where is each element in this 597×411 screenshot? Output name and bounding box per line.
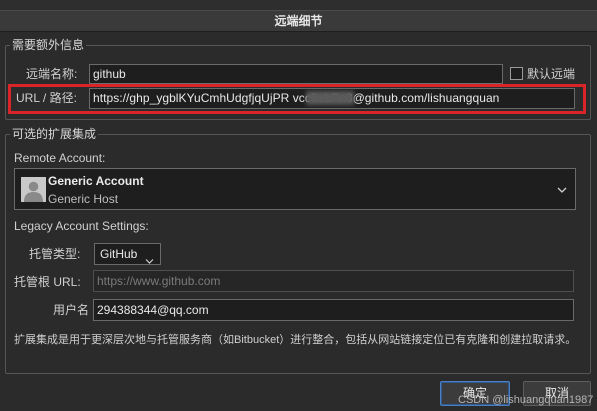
default-remote-checkbox[interactable]	[510, 67, 523, 80]
url-path-label: URL / 路径:	[16, 91, 77, 105]
window-top-strip	[0, 0, 597, 10]
remote-details-dialog: 远端细节 需要额外信息 远端名称: github 默认远端 URL / 路径: …	[0, 0, 597, 411]
remote-name-input[interactable]: github	[89, 64, 503, 84]
host-root-url-label: 托管根 URL:	[14, 275, 81, 289]
chevron-down-icon	[557, 183, 567, 197]
hosting-type-label: 托管类型:	[29, 247, 81, 261]
account-name: Generic Account	[48, 174, 144, 188]
optional-integration-group-title: 可选的扩展集成	[10, 127, 99, 141]
redacted-token-blur	[306, 91, 354, 105]
csdn-watermark: CSDN @lishuangquan1987	[458, 394, 594, 406]
chevron-down-icon	[145, 251, 154, 271]
account-host: Generic Host	[48, 192, 119, 206]
default-remote-label: 默认远端	[527, 67, 576, 81]
username-input[interactable]: 294388344@qq.com	[93, 299, 574, 321]
host-root-url-input[interactable]: https://www.github.com	[93, 270, 574, 292]
generic-account-avatar-icon	[21, 177, 46, 202]
integration-description: 扩展集成是用于更深层次地与托管服务商（如Bitbucket）进行整合，包括从网站…	[14, 334, 577, 346]
hosting-type-value: GitHub	[100, 247, 138, 261]
dialog-title: 远端细节	[0, 10, 597, 32]
required-info-group-title: 需要额外信息	[10, 38, 87, 52]
hosting-type-select[interactable]: GitHub	[94, 243, 161, 265]
username-label: 用户名	[53, 303, 90, 317]
remote-account-label: Remote Account:	[14, 151, 106, 165]
remote-name-label: 远端名称:	[26, 67, 78, 81]
remote-account-dropdown[interactable]: Generic Account Generic Host	[14, 168, 576, 210]
legacy-settings-label: Legacy Account Settings:	[14, 219, 149, 233]
